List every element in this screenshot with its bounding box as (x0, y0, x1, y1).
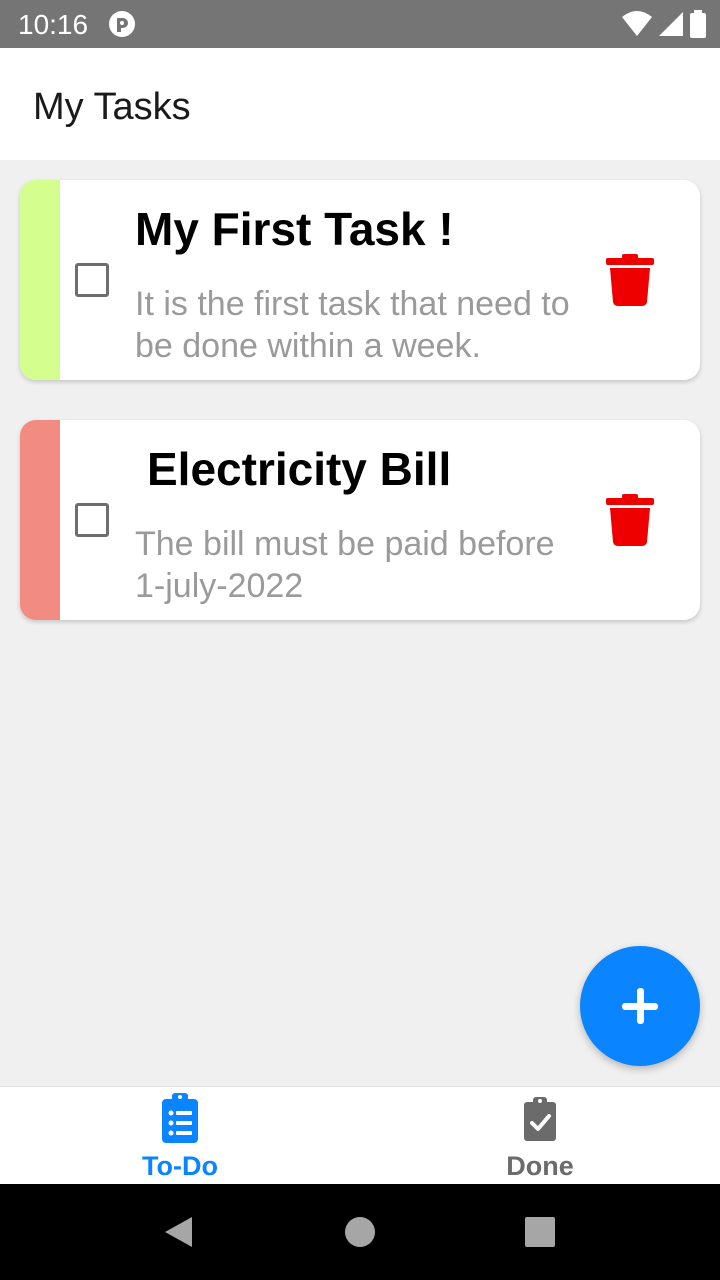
task-priority-stripe (20, 420, 60, 620)
task-title: My First Task ! (135, 203, 454, 255)
task-priority-stripe (20, 180, 60, 380)
clipboard-list-icon (162, 1093, 198, 1143)
task-card[interactable]: My First Task ! It is the first task tha… (20, 180, 700, 380)
task-checkbox[interactable] (75, 503, 109, 537)
task-description: The bill must be paid before 1-july-2022 (135, 525, 555, 605)
status-time: 10:16 (18, 9, 89, 40)
tab-todo[interactable]: To-Do (0, 1087, 360, 1185)
cell-signal-icon (659, 12, 683, 36)
tab-done-label: Done (506, 1151, 574, 1181)
app-bar: My Tasks (0, 48, 720, 160)
trash-icon[interactable] (604, 254, 656, 306)
system-nav-bar (0, 1184, 720, 1280)
page-title: My Tasks (33, 86, 191, 128)
task-card[interactable]: Electricity Bill The bill must be paid b… (20, 420, 700, 620)
back-icon[interactable] (162, 1215, 194, 1249)
app-notification-icon (109, 11, 135, 37)
tab-done[interactable]: Done (360, 1087, 720, 1185)
plus-icon (622, 988, 658, 1024)
task-checkbox[interactable] (75, 263, 109, 297)
add-task-button[interactable] (580, 946, 700, 1066)
trash-icon[interactable] (604, 494, 656, 546)
recents-icon[interactable] (525, 1217, 555, 1247)
task-title: Electricity Bill (147, 443, 452, 495)
status-bar: 10:16 (0, 0, 720, 48)
tab-todo-label: To-Do (142, 1151, 218, 1181)
home-icon[interactable] (344, 1216, 376, 1248)
clipboard-check-icon (524, 1097, 556, 1141)
bottom-nav: To-Do Done (0, 1086, 720, 1184)
task-description: It is the first task that need to be don… (135, 285, 570, 365)
battery-icon (690, 10, 706, 38)
wifi-icon (622, 11, 652, 36)
